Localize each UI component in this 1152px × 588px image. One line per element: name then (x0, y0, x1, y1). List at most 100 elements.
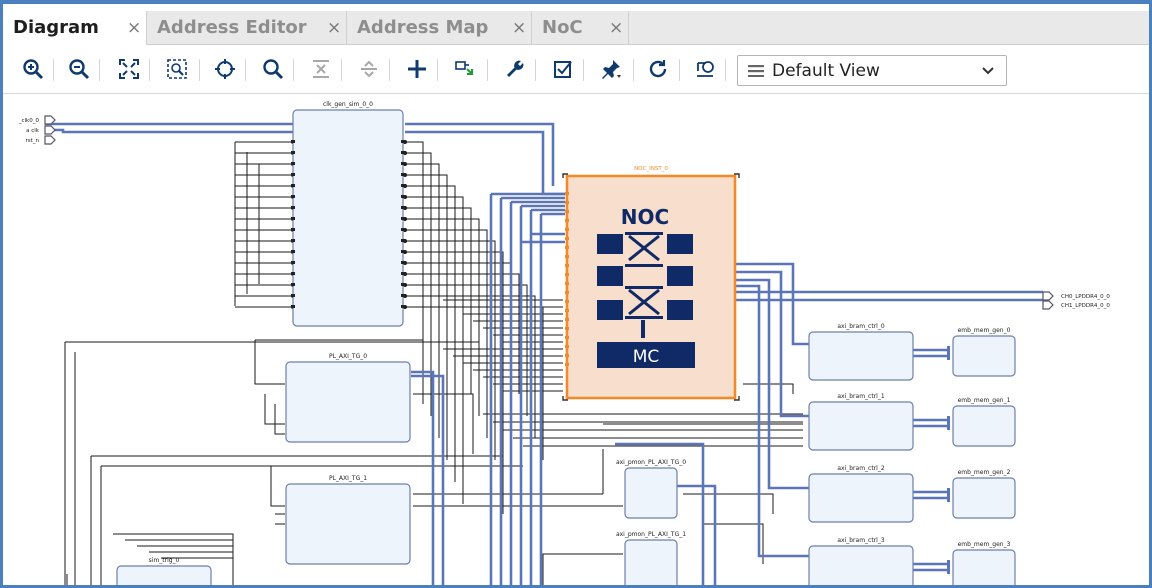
expand-all-icon[interactable] (355, 55, 383, 83)
pin-icon[interactable] (597, 55, 625, 83)
port-label: CH0_LPDDR4_0_0 (1061, 294, 1110, 300)
emb-mem-gen-0-block-label: emb_mem_gen_0 (958, 327, 1011, 334)
net-wire (254, 340, 285, 385)
vivado-block-design-window: Diagram × Address Editor × Address Map ×… (0, 0, 1152, 588)
net-wire (45, 128, 293, 134)
block-design-diagram[interactable]: _clk0_0a clk rst_n CH0_LPDDR4_0_0 CH1_LPDDR… (3, 94, 1149, 585)
emb-mem-gen-2-block-label: emb_mem_gen_2 (958, 469, 1011, 476)
net-wire (405, 122, 555, 186)
close-icon[interactable]: × (327, 18, 341, 38)
net-wire (703, 523, 764, 564)
emb-mem-gen-1-block[interactable]: emb_mem_gen_1 (952, 397, 1016, 447)
sim-trig-block-body[interactable] (116, 565, 212, 585)
collapse-all-icon[interactable] (307, 55, 335, 83)
pl-axi-tg-0-block[interactable]: PL_AXI_TG_0 (285, 353, 411, 443)
pl-axi-tg-1-block[interactable]: PL_AXI_TG_1 (285, 475, 411, 565)
axi-bram-ctrl-2-block[interactable]: axi_bram_ctrl_2 (808, 465, 914, 523)
pl-axi-tg-1-block-body[interactable] (285, 483, 411, 565)
zoom-out-icon[interactable] (65, 55, 93, 83)
close-icon[interactable]: × (609, 18, 623, 38)
axi-pmon-0-block-body[interactable] (624, 467, 678, 519)
axi-pmon-0-block-label: axi_pmon_PL_AXI_TG_0 (616, 459, 686, 466)
fit-view-icon[interactable] (115, 55, 143, 83)
port-right-1[interactable] (1042, 300, 1054, 310)
port-right-0[interactable] (1042, 291, 1054, 301)
axi-pmon-0-block[interactable]: axi_pmon_PL_AXI_TG_0 (616, 459, 686, 519)
sim-trig-block[interactable]: sim_trig_0 (116, 557, 212, 585)
search-icon[interactable] (259, 55, 287, 83)
emb-mem-gen-0-block-body[interactable] (952, 335, 1016, 377)
emb-mem-gen-2-block-body[interactable] (952, 477, 1016, 519)
close-icon[interactable]: × (127, 18, 141, 38)
axi-bram-ctrl-1-block[interactable]: axi_bram_ctrl_1 (808, 393, 914, 451)
port-label: rst_n (25, 138, 39, 144)
net-wire (411, 374, 445, 585)
net-wire (735, 262, 809, 346)
net-wire (65, 341, 480, 394)
net-wire (405, 295, 536, 438)
emb-mem-gen-3-block-label: emb_mem_gen_3 (958, 541, 1011, 548)
net-wire (405, 130, 565, 196)
emb-mem-gen-2-block[interactable]: emb_mem_gen_2 (952, 469, 1016, 519)
refresh-icon[interactable] (644, 55, 672, 83)
tab-noc[interactable]: NoC × (532, 11, 629, 44)
net-wire (542, 553, 623, 585)
emb-mem-gen-3-block-body[interactable] (952, 549, 1016, 585)
tab-address-editor-label: Address Editor (157, 17, 307, 38)
pl-axi-tg-0-block-label: PL_AXI_TG_0 (329, 353, 367, 360)
net-wire (405, 251, 504, 482)
net-wire (274, 404, 285, 435)
tab-noc-label: NoC (542, 17, 583, 38)
ip-blocks: _clk0_0a clk rst_n CH0_LPDDR4_0_0 CH1_LPDDR… (18, 101, 1110, 585)
axi-bram-ctrl-2-block-label: axi_bram_ctrl_2 (837, 465, 884, 472)
validate-icon[interactable] (549, 55, 577, 83)
axi-bram-ctrl-3-block[interactable]: axi_bram_ctrl_3 (808, 537, 914, 585)
port-label: CH1_LPDDR4_0_0 (1061, 303, 1110, 309)
sim-trig-block-label: sim_trig_0 (149, 557, 180, 564)
view-selector-dropdown[interactable]: Default View (737, 55, 1007, 86)
axi-bram-ctrl-3-block-body[interactable] (808, 545, 914, 585)
axi-bram-ctrl-0-block-label: axi_bram_ctrl_0 (837, 323, 884, 330)
tab-diagram[interactable]: Diagram × (3, 11, 147, 45)
menu-icon (748, 65, 764, 77)
pl-axi-tg-0-block-body[interactable] (285, 361, 411, 443)
emb-mem-gen-1-block-body[interactable] (952, 405, 1016, 447)
port-2[interactable] (44, 135, 56, 145)
axi-pmon-1-block-body[interactable] (624, 539, 678, 585)
zoom-select-icon[interactable] (163, 55, 191, 83)
axi-bram-ctrl-0-block-body[interactable] (808, 331, 914, 381)
center-icon[interactable] (211, 55, 239, 83)
tab-address-map[interactable]: Address Map × (347, 11, 532, 44)
pl-axi-tg-1-block-label: PL_AXI_TG_1 (329, 475, 367, 482)
port-label: _clk0_0 (18, 118, 40, 124)
axi-pmon-1-block[interactable]: axi_pmon_PL_AXI_TG_1 (616, 531, 686, 585)
axi-bram-ctrl-3-block-label: axi_bram_ctrl_3 (837, 537, 884, 544)
axi-bram-ctrl-1-block-body[interactable] (808, 401, 914, 451)
net-wire (735, 284, 809, 558)
net-wire (411, 370, 435, 585)
net-wire (270, 466, 285, 507)
net-wire (405, 229, 488, 438)
emb-mem-gen-1-block-label: emb_mem_gen_1 (958, 397, 1011, 404)
make-connection-icon[interactable] (451, 55, 479, 83)
emb-mem-gen-0-block[interactable]: emb_mem_gen_0 (952, 327, 1016, 377)
emb-mem-gen-3-block[interactable]: emb_mem_gen_3 (952, 541, 1016, 585)
tab-address-map-label: Address Map (357, 17, 489, 38)
block-design-canvas[interactable]: _clk0_0 a clk rst_n CH0_LPDDR4_0_0 CH1_LPDDR… (3, 94, 1149, 585)
settings-wrench-icon[interactable] (501, 55, 529, 83)
axi-bram-ctrl-2-block-body[interactable] (808, 473, 914, 523)
noc-block-label: NOC_INST_0 (634, 166, 668, 172)
tab-bar: Diagram × Address Editor × Address Map ×… (3, 11, 1149, 45)
clk-gen-block-body[interactable] (292, 109, 404, 327)
regenerate-layout-icon[interactable] (691, 55, 719, 83)
zoom-in-icon[interactable] (19, 55, 47, 83)
noc-block[interactable]: NOC_INST_0 NOC MC (562, 166, 740, 401)
tab-address-editor[interactable]: Address Editor × (147, 11, 347, 44)
axi-bram-ctrl-0-block[interactable]: axi_bram_ctrl_0 (808, 323, 914, 381)
diagram-toolbar: Default View (3, 45, 1149, 94)
port-1[interactable] (44, 125, 56, 135)
add-ip-icon[interactable] (403, 55, 431, 83)
close-icon[interactable]: × (512, 18, 526, 38)
axi-bram-ctrl-1-block-label: axi_bram_ctrl_1 (837, 393, 884, 400)
clk-gen-block[interactable]: clk_gen_sim_0_0 (292, 101, 404, 327)
